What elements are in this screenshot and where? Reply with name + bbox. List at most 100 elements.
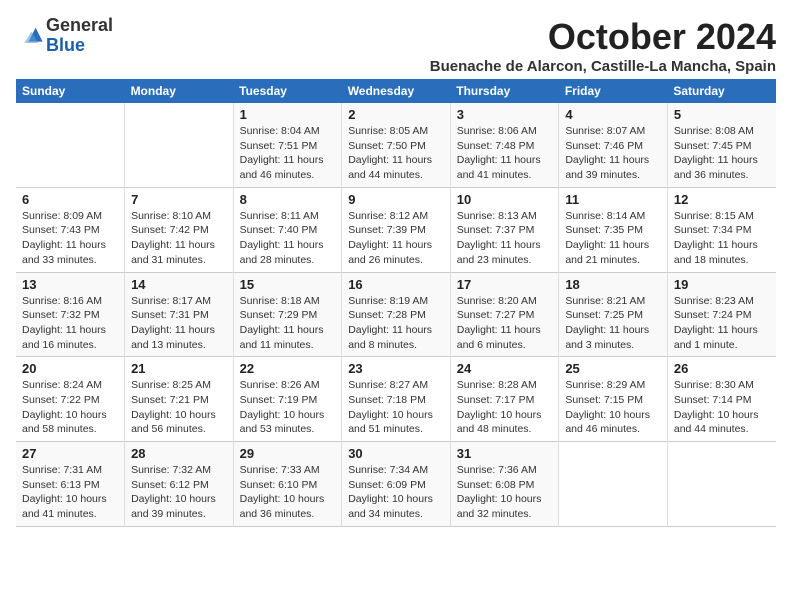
calendar-week-row: 20 Sunrise: 8:24 AM Sunset: 7:22 PM Dayli…	[16, 357, 776, 442]
day-info: Sunrise: 8:16 AM Sunset: 7:32 PM Dayligh…	[22, 294, 118, 353]
day-info: Sunrise: 8:26 AM Sunset: 7:19 PM Dayligh…	[240, 378, 336, 437]
logo-general-text: General	[46, 15, 113, 35]
calendar-cell: 1 Sunrise: 8:04 AM Sunset: 7:51 PM Daylig…	[233, 103, 342, 187]
day-info: Sunrise: 8:12 AM Sunset: 7:39 PM Dayligh…	[348, 209, 444, 268]
calendar-cell: 18Sunrise: 8:21 AM Sunset: 7:25 PM Dayli…	[559, 272, 668, 357]
day-info: Sunrise: 8:19 AM Sunset: 7:28 PM Dayligh…	[348, 294, 444, 353]
calendar-cell: 30 Sunrise: 7:34 AM Sunset: 6:09 PM Dayli…	[342, 442, 451, 527]
day-number: 9	[348, 192, 444, 207]
day-info: Sunrise: 8:25 AM Sunset: 7:21 PM Dayligh…	[131, 378, 227, 437]
calendar-cell: 31 Sunrise: 7:36 AM Sunset: 6:08 PM Dayli…	[450, 442, 559, 527]
day-number: 12	[674, 192, 770, 207]
calendar-cell: 10Sunrise: 8:13 AM Sunset: 7:37 PM Dayli…	[450, 187, 559, 272]
day-number: 1	[240, 107, 336, 122]
day-info: Sunrise: 8:11 AM Sunset: 7:40 PM Dayligh…	[240, 209, 336, 268]
calendar-cell: 11 Sunrise: 8:14 AM Sunset: 7:35 PM Dayli…	[559, 187, 668, 272]
day-number: 14	[131, 277, 227, 292]
calendar-cell: 6Sunrise: 8:09 AM Sunset: 7:43 PM Daylig…	[16, 187, 125, 272]
day-info: Sunrise: 8:20 AM Sunset: 7:27 PM Dayligh…	[457, 294, 553, 353]
day-info: Sunrise: 8:07 AM Sunset: 7:46 PM Dayligh…	[565, 124, 661, 183]
day-info: Sunrise: 8:10 AM Sunset: 7:42 PM Dayligh…	[131, 209, 227, 268]
logo: General Blue	[16, 16, 113, 56]
calendar-cell	[125, 103, 234, 187]
calendar-cell: 4 Sunrise: 8:07 AM Sunset: 7:46 PM Daylig…	[559, 103, 668, 187]
day-info: Sunrise: 8:17 AM Sunset: 7:31 PM Dayligh…	[131, 294, 227, 353]
day-number: 23	[348, 361, 444, 376]
calendar-cell: 24 Sunrise: 8:28 AM Sunset: 7:17 PM Dayli…	[450, 357, 559, 442]
calendar-cell	[667, 442, 776, 527]
day-number: 28	[131, 446, 227, 461]
weekday-header: Friday	[559, 79, 668, 103]
day-info: Sunrise: 8:04 AM Sunset: 7:51 PM Dayligh…	[240, 124, 336, 183]
day-info: Sunrise: 8:30 AM Sunset: 7:14 PM Dayligh…	[674, 378, 770, 437]
day-number: 11	[565, 192, 661, 207]
logo-icon	[16, 22, 44, 50]
day-info: Sunrise: 8:05 AM Sunset: 7:50 PM Dayligh…	[348, 124, 444, 183]
weekday-header: Tuesday	[233, 79, 342, 103]
day-info: Sunrise: 8:28 AM Sunset: 7:17 PM Dayligh…	[457, 378, 553, 437]
title-area: October 2024 Buenache de Alarcon, Castil…	[430, 16, 776, 75]
calendar-cell: 19Sunrise: 8:23 AM Sunset: 7:24 PM Dayli…	[667, 272, 776, 357]
calendar-cell: 25Sunrise: 8:29 AM Sunset: 7:15 PM Dayli…	[559, 357, 668, 442]
calendar-cell: 27 Sunrise: 7:31 AM Sunset: 6:13 PM Dayli…	[16, 442, 125, 527]
calendar-week-row: 27 Sunrise: 7:31 AM Sunset: 6:13 PM Dayli…	[16, 442, 776, 527]
calendar-cell: 9 Sunrise: 8:12 AM Sunset: 7:39 PM Daylig…	[342, 187, 451, 272]
calendar-cell: 22 Sunrise: 8:26 AM Sunset: 7:19 PM Dayli…	[233, 357, 342, 442]
day-number: 26	[674, 361, 770, 376]
day-number: 4	[565, 107, 661, 122]
weekday-header: Wednesday	[342, 79, 451, 103]
day-number: 24	[457, 361, 553, 376]
day-info: Sunrise: 8:24 AM Sunset: 7:22 PM Dayligh…	[22, 378, 118, 437]
calendar-header-row: SundayMondayTuesdayWednesdayThursdayFrid…	[16, 79, 776, 103]
calendar-cell: 7 Sunrise: 8:10 AM Sunset: 7:42 PM Daylig…	[125, 187, 234, 272]
day-number: 2	[348, 107, 444, 122]
logo-blue-text: Blue	[46, 35, 85, 55]
day-info: Sunrise: 8:29 AM Sunset: 7:15 PM Dayligh…	[565, 378, 661, 437]
day-number: 20	[22, 361, 118, 376]
day-info: Sunrise: 8:18 AM Sunset: 7:29 PM Dayligh…	[240, 294, 336, 353]
calendar-cell	[16, 103, 125, 187]
calendar-cell: 8 Sunrise: 8:11 AM Sunset: 7:40 PM Daylig…	[233, 187, 342, 272]
calendar-cell: 26 Sunrise: 8:30 AM Sunset: 7:14 PM Dayli…	[667, 357, 776, 442]
day-number: 3	[457, 107, 553, 122]
calendar-cell: 23Sunrise: 8:27 AM Sunset: 7:18 PM Dayli…	[342, 357, 451, 442]
day-number: 7	[131, 192, 227, 207]
calendar-cell: 21Sunrise: 8:25 AM Sunset: 7:21 PM Dayli…	[125, 357, 234, 442]
day-info: Sunrise: 8:21 AM Sunset: 7:25 PM Dayligh…	[565, 294, 661, 353]
day-number: 10	[457, 192, 553, 207]
calendar-cell: 3 Sunrise: 8:06 AM Sunset: 7:48 PM Daylig…	[450, 103, 559, 187]
day-info: Sunrise: 7:34 AM Sunset: 6:09 PM Dayligh…	[348, 463, 444, 522]
calendar-cell: 12 Sunrise: 8:15 AM Sunset: 7:34 PM Dayli…	[667, 187, 776, 272]
day-info: Sunrise: 7:36 AM Sunset: 6:08 PM Dayligh…	[457, 463, 553, 522]
day-number: 19	[674, 277, 770, 292]
day-info: Sunrise: 8:06 AM Sunset: 7:48 PM Dayligh…	[457, 124, 553, 183]
calendar-cell	[559, 442, 668, 527]
month-title: October 2024	[430, 16, 776, 58]
calendar-cell: 16 Sunrise: 8:19 AM Sunset: 7:28 PM Dayli…	[342, 272, 451, 357]
location-title: Buenache de Alarcon, Castille-La Mancha,…	[430, 58, 776, 75]
day-number: 17	[457, 277, 553, 292]
day-number: 31	[457, 446, 553, 461]
calendar-cell: 13Sunrise: 8:16 AM Sunset: 7:32 PM Dayli…	[16, 272, 125, 357]
day-info: Sunrise: 8:15 AM Sunset: 7:34 PM Dayligh…	[674, 209, 770, 268]
calendar-week-row: 13Sunrise: 8:16 AM Sunset: 7:32 PM Dayli…	[16, 272, 776, 357]
day-number: 16	[348, 277, 444, 292]
page-header: General Blue October 2024 Buenache de Al…	[16, 16, 776, 75]
day-info: Sunrise: 7:32 AM Sunset: 6:12 PM Dayligh…	[131, 463, 227, 522]
day-info: Sunrise: 8:08 AM Sunset: 7:45 PM Dayligh…	[674, 124, 770, 183]
day-number: 8	[240, 192, 336, 207]
day-info: Sunrise: 8:14 AM Sunset: 7:35 PM Dayligh…	[565, 209, 661, 268]
day-number: 27	[22, 446, 118, 461]
day-number: 22	[240, 361, 336, 376]
calendar-week-row: 1 Sunrise: 8:04 AM Sunset: 7:51 PM Daylig…	[16, 103, 776, 187]
weekday-header: Thursday	[450, 79, 559, 103]
weekday-header: Monday	[125, 79, 234, 103]
day-number: 30	[348, 446, 444, 461]
day-number: 15	[240, 277, 336, 292]
day-info: Sunrise: 7:31 AM Sunset: 6:13 PM Dayligh…	[22, 463, 118, 522]
calendar-cell: 15 Sunrise: 8:18 AM Sunset: 7:29 PM Dayli…	[233, 272, 342, 357]
day-info: Sunrise: 8:09 AM Sunset: 7:43 PM Dayligh…	[22, 209, 118, 268]
calendar-cell: 17 Sunrise: 8:20 AM Sunset: 7:27 PM Dayli…	[450, 272, 559, 357]
calendar-week-row: 6Sunrise: 8:09 AM Sunset: 7:43 PM Daylig…	[16, 187, 776, 272]
calendar-cell: 28 Sunrise: 7:32 AM Sunset: 6:12 PM Dayli…	[125, 442, 234, 527]
